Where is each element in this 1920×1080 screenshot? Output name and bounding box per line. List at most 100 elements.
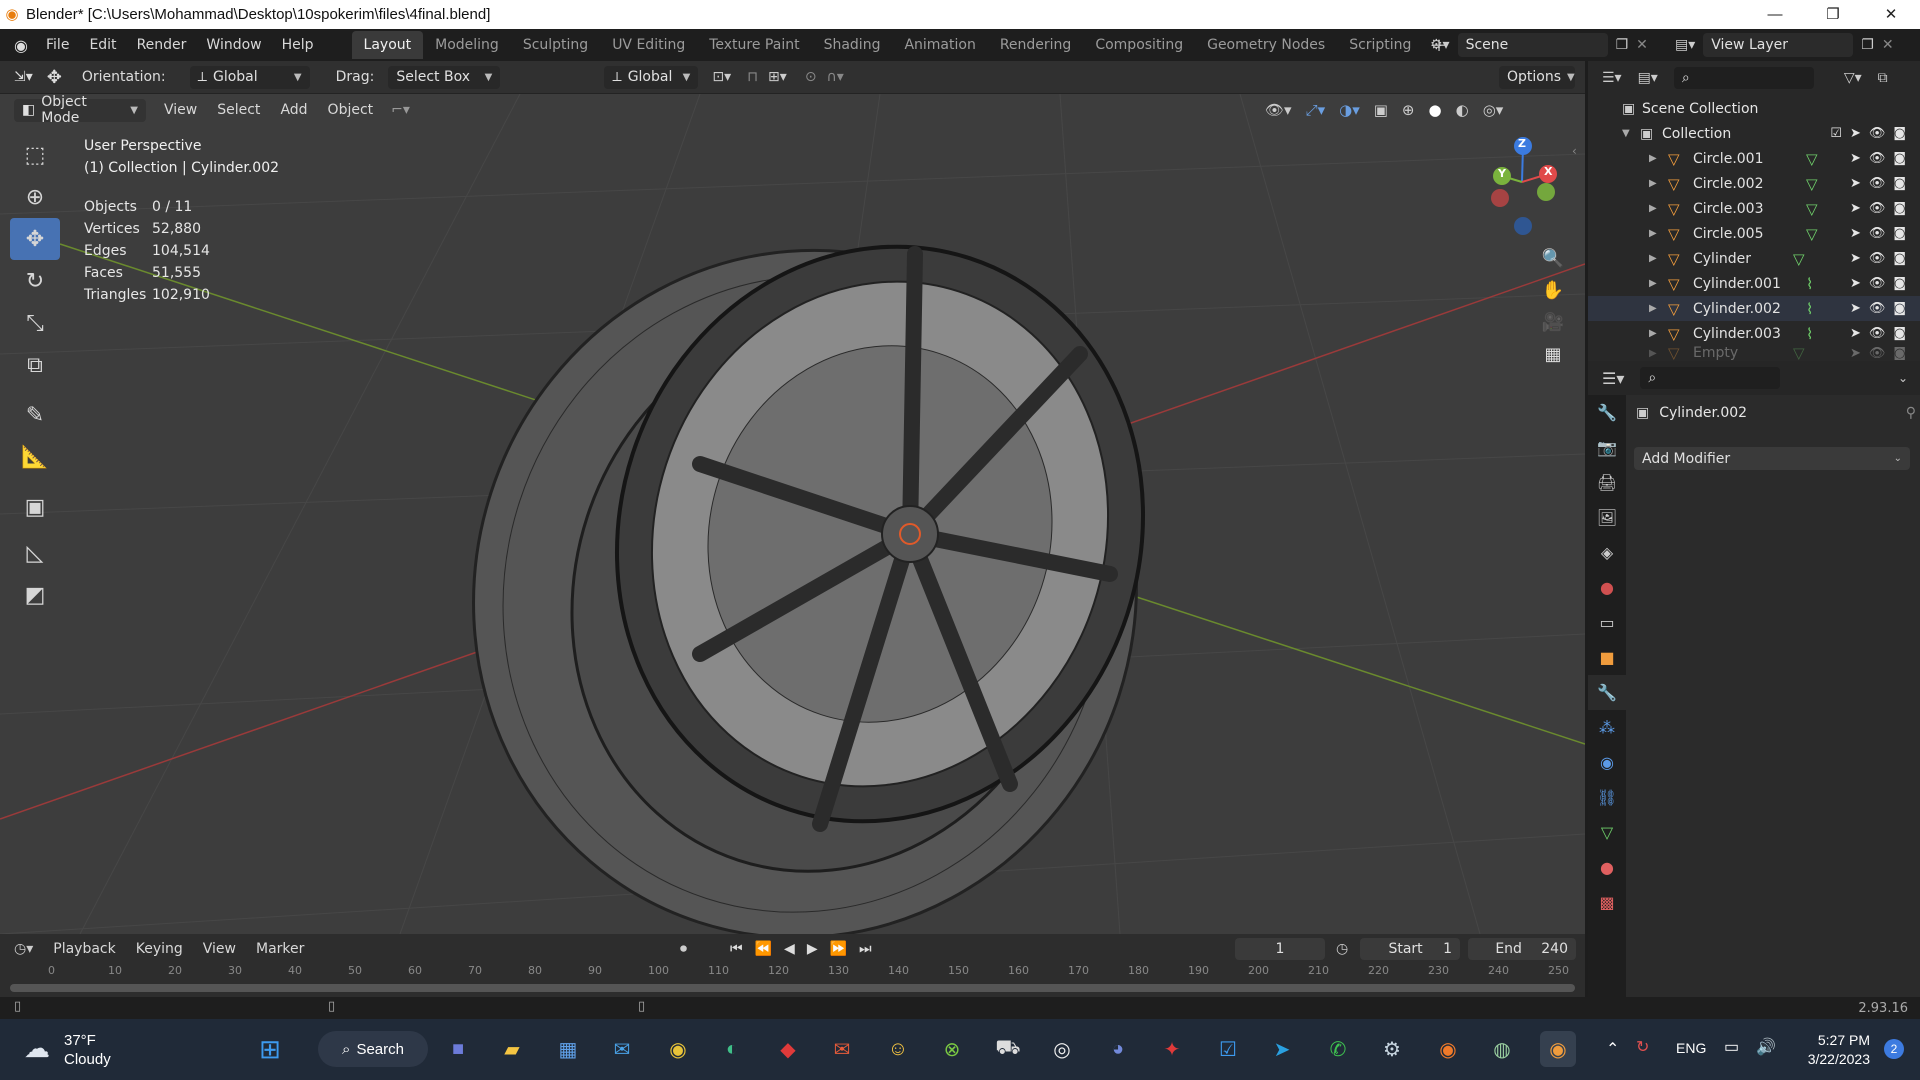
snap-icon[interactable]: ⊓ — [747, 69, 758, 85]
end-frame-field[interactable]: End 240 — [1468, 938, 1576, 960]
transform-orientation-dropdown[interactable]: ⟂ Global ▼ — [604, 65, 699, 89]
camera-icon[interactable]: ◙ — [1893, 251, 1906, 266]
material-shading-icon[interactable]: ◐ — [1456, 101, 1469, 119]
ortho-grid-icon[interactable]: ▦ — [1537, 338, 1569, 370]
volume-icon[interactable]: 🔊 — [1756, 1037, 1776, 1057]
drag-dropdown[interactable]: Select Box ▼ — [388, 65, 501, 89]
eye-icon[interactable]: 👁 — [1869, 276, 1886, 291]
expand-arrow-icon[interactable]: ▶ — [1649, 228, 1657, 239]
obs-icon[interactable]: ◎ — [1044, 1031, 1080, 1067]
select-arrow-icon[interactable]: ➤ — [1850, 326, 1861, 341]
properties-editor-icon[interactable]: ☰▾ — [1602, 369, 1624, 388]
snap-target-icon[interactable]: ⊞▾ — [768, 69, 787, 85]
pan-hand-icon[interactable]: ✋ — [1537, 274, 1569, 306]
camera-icon[interactable]: ◙ — [1893, 226, 1906, 241]
expand-arrow-icon[interactable]: ▶ — [1649, 178, 1657, 189]
editor-type-icon[interactable]: ⇲▾ — [14, 69, 33, 85]
scene-field[interactable]: Scene — [1457, 33, 1608, 57]
eye-icon[interactable]: 👁 — [1869, 226, 1886, 241]
start-frame-field[interactable]: Start 1 — [1360, 938, 1460, 960]
close-button[interactable]: ✕ — [1862, 0, 1920, 29]
object-tab-icon[interactable]: ■ — [1588, 640, 1626, 675]
transform-tool-icon[interactable]: ⧉ — [10, 344, 60, 386]
mail-icon[interactable]: ✉ — [604, 1031, 640, 1067]
scene-selector-icon[interactable]: ⚙▾ — [1430, 37, 1450, 53]
tab-animation[interactable]: Animation — [892, 31, 987, 59]
tab-compositing[interactable]: Compositing — [1083, 31, 1195, 59]
eye-icon[interactable]: 👁 — [1869, 326, 1886, 341]
weather-cloud-icon[interactable]: ☁ — [24, 1033, 50, 1064]
solid-shading-icon[interactable]: ● — [1429, 101, 1442, 119]
chrome-icon[interactable]: ◉ — [660, 1031, 696, 1067]
select-arrow-icon[interactable]: ➤ — [1850, 301, 1861, 316]
select-arrow-icon[interactable]: ➤ — [1850, 276, 1861, 291]
outliner-item[interactable]: ▶ ▽ Cylinder.001 ⌇ ➤ 👁 ◙ — [1588, 271, 1920, 296]
expand-arrow-icon[interactable]: ▶ — [1649, 253, 1657, 264]
viewport-menu-select[interactable]: Select — [207, 102, 270, 118]
outliner-editor-icon[interactable]: ☰▾ — [1602, 70, 1622, 86]
search-button[interactable]: ⌕ Search — [318, 1031, 428, 1067]
add-cube-tool-icon[interactable]: ▣ — [10, 486, 60, 528]
frame-ruler[interactable]: 0 10 20 30 40 50 60 70 80 90 100 110 120 130 140 150 160… — [10, 964, 1575, 980]
expand-arrow-icon[interactable]: ▶ — [1649, 203, 1657, 214]
physics-tab-icon[interactable]: ◉ — [1588, 745, 1626, 780]
windows-start-icon[interactable]: ⊞ — [252, 1031, 288, 1067]
collection-tab-icon[interactable]: ▭ — [1588, 605, 1626, 640]
mesh-data-icon[interactable]: ▽ — [1806, 200, 1818, 218]
tab-uv-editing[interactable]: UV Editing — [600, 31, 697, 59]
network-icon[interactable]: ▭ — [1724, 1037, 1739, 1057]
display-mode-icon[interactable]: ▤▾ — [1638, 70, 1658, 86]
mesh-data-icon[interactable]: ▽ — [1806, 175, 1818, 193]
menu-edit[interactable]: Edit — [79, 37, 126, 53]
eye-icon[interactable]: 👁 — [1869, 301, 1886, 316]
3d-viewport[interactable]: ◧ Object Mode ▼ View Select Add Object ⌐▾ 👁▾ … — [0, 94, 1585, 934]
select-arrow-icon[interactable]: ➤ — [1850, 201, 1861, 216]
app-red-icon[interactable]: ◆ — [770, 1031, 806, 1067]
select-arrow-icon[interactable]: ➤ — [1850, 126, 1861, 141]
expand-arrow-icon[interactable]: ▶ — [1649, 278, 1657, 289]
stopwatch-icon[interactable]: ◷ — [1336, 941, 1348, 957]
modifier-tab-icon[interactable]: 🔧 — [1588, 675, 1626, 710]
jump-start-icon[interactable]: ⏮ — [730, 941, 743, 957]
outliner-item[interactable]: ▶ ▽ Cylinder.002 ⌇ ➤ 👁 ◙ — [1588, 296, 1920, 321]
tray-chevron-icon[interactable]: ⌃ — [1606, 1039, 1619, 1059]
discord-icon[interactable]: ◕ — [1100, 1031, 1136, 1067]
telegram-icon[interactable]: ➤ — [1264, 1031, 1300, 1067]
world-tab-icon[interactable]: ● — [1588, 570, 1626, 605]
language-indicator[interactable]: ENG — [1676, 1040, 1706, 1056]
whatsapp-icon[interactable]: ✆ — [1320, 1031, 1356, 1067]
notification-badge[interactable]: 2 — [1884, 1039, 1904, 1059]
xbox-icon[interactable]: ⊗ — [934, 1031, 970, 1067]
steam-icon[interactable]: ⚙ — [1374, 1031, 1410, 1067]
mesh-data-icon[interactable]: ▽ — [1793, 346, 1805, 360]
menu-file[interactable]: File — [36, 37, 79, 53]
timeline-scrollbar[interactable] — [10, 984, 1575, 992]
tab-scripting[interactable]: Scripting — [1337, 31, 1423, 59]
select-box-tool-icon[interactable]: ⬚ — [10, 134, 60, 176]
rendered-shading-icon[interactable]: ◎▾ — [1483, 101, 1504, 119]
xray-icon[interactable]: ▣ — [1374, 101, 1388, 119]
filter-icon[interactable]: ▽▾ — [1844, 70, 1862, 86]
render-tab-icon[interactable]: 📷 — [1588, 430, 1626, 465]
new-view-layer-icon[interactable]: ❐ — [1861, 37, 1874, 53]
options-dropdown[interactable]: Options ▼ — [1499, 65, 1575, 89]
snap-options-icon[interactable]: ⌐▾ — [391, 102, 410, 118]
meet-icon[interactable]: ■ — [440, 1031, 476, 1067]
annotate-tool-icon[interactable]: ✎ — [10, 394, 60, 436]
expand-arrow-icon[interactable]: ▶ — [1649, 348, 1657, 359]
select-arrow-icon[interactable]: ➤ — [1850, 151, 1861, 166]
outliner-item[interactable]: ▶ ▽ Cylinder ▽ ➤ 👁 ◙ — [1588, 246, 1920, 271]
menu-render[interactable]: Render — [127, 37, 197, 53]
visibility-icon[interactable]: 👁▾ — [1265, 101, 1292, 119]
particles-tab-icon[interactable]: ⁂ — [1588, 710, 1626, 745]
tab-layout[interactable]: Layout — [351, 31, 424, 59]
blender-taskbar-icon[interactable]: ◉ — [1540, 1031, 1576, 1067]
expand-arrow-icon[interactable]: ▶ — [1649, 153, 1657, 164]
eye-icon[interactable]: 👁 — [1869, 176, 1886, 191]
expand-arrow-icon[interactable]: ▼ — [1622, 128, 1630, 139]
tool-tab-icon[interactable]: 🔧 — [1588, 395, 1626, 430]
emoji-app-icon[interactable]: ☺ — [880, 1031, 916, 1067]
razer-icon[interactable]: ✦ — [1154, 1031, 1190, 1067]
eye-icon[interactable]: 👁 — [1869, 151, 1886, 166]
camera-icon[interactable]: ◙ — [1893, 346, 1906, 360]
